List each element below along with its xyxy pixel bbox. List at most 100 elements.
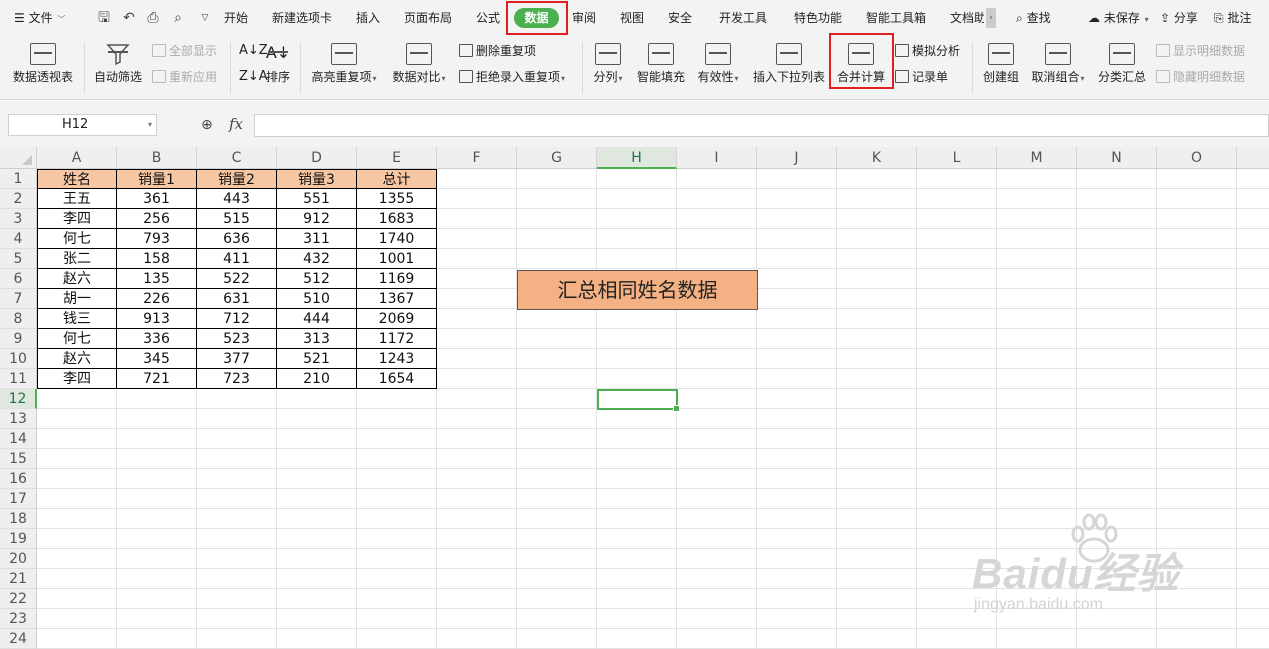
tab-review[interactable]: 审阅 <box>572 9 596 27</box>
comment-button[interactable]: ⎘ 批注 <box>1214 9 1251 27</box>
table-cell[interactable]: 443 <box>197 189 277 209</box>
highlight-duplicates-button[interactable]: 高亮重复项▾ <box>309 43 379 85</box>
row-header-5[interactable]: 5 <box>0 249 37 269</box>
table-cell[interactable]: 张二 <box>37 249 117 269</box>
table-cell[interactable]: 515 <box>197 209 277 229</box>
what-if-analysis-button[interactable]: 模拟分析 <box>895 42 960 60</box>
table-cell[interactable]: 226 <box>117 289 197 309</box>
table-cell[interactable]: 912 <box>277 209 357 229</box>
tab-view[interactable]: 视图 <box>620 9 644 27</box>
column-header-e[interactable]: E <box>357 147 437 169</box>
select-all-corner[interactable] <box>0 147 37 169</box>
column-header-i[interactable]: I <box>677 147 757 169</box>
table-cell[interactable]: 522 <box>197 269 277 289</box>
split-columns-button[interactable]: 分列▾ <box>590 43 626 85</box>
row-header-24[interactable]: 24 <box>0 629 37 649</box>
name-box[interactable]: H12 ▾ <box>8 114 157 136</box>
table-cell[interactable]: 赵六 <box>37 269 117 289</box>
table-cell[interactable]: 256 <box>117 209 197 229</box>
row-header-13[interactable]: 13 <box>0 409 37 429</box>
table-cell[interactable]: 336 <box>117 329 197 349</box>
table-header-cell[interactable]: 销量3 <box>277 169 357 189</box>
reject-duplicates-button[interactable]: 拒绝录入重复项▾ <box>459 68 565 86</box>
column-header-d[interactable]: D <box>277 147 357 169</box>
tab-special-features[interactable]: 特色功能 <box>794 9 842 27</box>
sort-button[interactable]: A↓ 排序 <box>262 43 294 85</box>
create-group-button[interactable]: 创建组 <box>981 43 1021 85</box>
tab-doc-assistant[interactable]: 文档助 <box>950 9 984 27</box>
table-cell[interactable]: 551 <box>277 189 357 209</box>
column-header-l[interactable]: L <box>917 147 997 169</box>
tab-scroll-right-icon[interactable]: › <box>986 8 996 28</box>
table-header-cell[interactable]: 总计 <box>357 169 437 189</box>
table-cell[interactable]: 510 <box>277 289 357 309</box>
table-cell[interactable]: 2069 <box>357 309 437 329</box>
ungroup-button[interactable]: 取消组合▾ <box>1029 43 1087 85</box>
table-cell[interactable]: 135 <box>117 269 197 289</box>
unsaved-button[interactable]: ☁ 未保存 ▾ <box>1088 9 1149 27</box>
tab-formulas[interactable]: 公式 <box>476 9 500 27</box>
row-header-6[interactable]: 6 <box>0 269 37 289</box>
fx-icon[interactable]: fx <box>229 115 243 133</box>
column-header-k[interactable]: K <box>837 147 917 169</box>
table-cell[interactable]: 512 <box>277 269 357 289</box>
table-cell[interactable]: 1367 <box>357 289 437 309</box>
row-header-14[interactable]: 14 <box>0 429 37 449</box>
row-header-15[interactable]: 15 <box>0 449 37 469</box>
table-cell[interactable]: 1654 <box>357 369 437 389</box>
table-cell[interactable]: 1740 <box>357 229 437 249</box>
tab-page-layout[interactable]: 页面布局 <box>404 9 452 27</box>
tab-insert[interactable]: 插入 <box>356 9 380 27</box>
print-preview-icon[interactable]: ⌕ <box>170 10 186 26</box>
table-cell[interactable]: 1243 <box>357 349 437 369</box>
row-header-22[interactable]: 22 <box>0 589 37 609</box>
table-cell[interactable]: 377 <box>197 349 277 369</box>
subtotal-button[interactable]: 分类汇总 <box>1097 43 1147 85</box>
table-cell[interactable]: 王五 <box>37 189 117 209</box>
column-header-f[interactable]: F <box>437 147 517 169</box>
row-header-18[interactable]: 18 <box>0 509 37 529</box>
table-cell[interactable]: 李四 <box>37 369 117 389</box>
table-cell[interactable]: 钱三 <box>37 309 117 329</box>
table-cell[interactable]: 345 <box>117 349 197 369</box>
row-header-20[interactable]: 20 <box>0 549 37 569</box>
table-cell[interactable]: 1355 <box>357 189 437 209</box>
table-cell[interactable]: 444 <box>277 309 357 329</box>
table-cell[interactable]: 何七 <box>37 329 117 349</box>
row-header-21[interactable]: 21 <box>0 569 37 589</box>
table-cell[interactable]: 712 <box>197 309 277 329</box>
pivot-table-button[interactable]: 数据透视表 <box>12 43 74 85</box>
table-cell[interactable]: 793 <box>117 229 197 249</box>
row-header-8[interactable]: 8 <box>0 309 37 329</box>
table-cell[interactable]: 313 <box>277 329 357 349</box>
data-compare-button[interactable]: 数据对比▾ <box>389 43 449 85</box>
row-header-12[interactable]: 12 <box>0 389 37 409</box>
table-cell[interactable]: 1172 <box>357 329 437 349</box>
tab-smart-toolbox[interactable]: 智能工具箱 <box>866 9 926 27</box>
table-cell[interactable]: 李四 <box>37 209 117 229</box>
table-header-cell[interactable]: 销量2 <box>197 169 277 189</box>
row-header-17[interactable]: 17 <box>0 489 37 509</box>
column-header-b[interactable]: B <box>117 147 197 169</box>
hide-detail-button[interactable]: 隐藏明细数据 <box>1156 68 1245 86</box>
table-cell[interactable]: 721 <box>117 369 197 389</box>
save-icon[interactable]: 🖫 <box>96 10 112 26</box>
reapply-button[interactable]: 重新应用 <box>152 68 217 86</box>
table-cell[interactable]: 636 <box>197 229 277 249</box>
table-cell[interactable]: 胡一 <box>37 289 117 309</box>
active-cell-selection[interactable] <box>597 389 680 412</box>
row-header-9[interactable]: 9 <box>0 329 37 349</box>
column-header-a[interactable]: A <box>37 147 117 169</box>
table-cell[interactable]: 210 <box>277 369 357 389</box>
tab-home[interactable]: 开始 <box>224 9 248 27</box>
file-menu[interactable]: ☰ 文件 ﹀ <box>14 9 65 27</box>
row-header-11[interactable]: 11 <box>0 369 37 389</box>
table-cell[interactable]: 361 <box>117 189 197 209</box>
table-cell[interactable]: 何七 <box>37 229 117 249</box>
table-cell[interactable]: 432 <box>277 249 357 269</box>
table-cell[interactable]: 631 <box>197 289 277 309</box>
column-header-g[interactable]: G <box>517 147 597 169</box>
tab-security[interactable]: 安全 <box>668 9 692 27</box>
validity-button[interactable]: 有效性▾ <box>695 43 741 85</box>
row-header-1[interactable]: 1 <box>0 169 37 189</box>
